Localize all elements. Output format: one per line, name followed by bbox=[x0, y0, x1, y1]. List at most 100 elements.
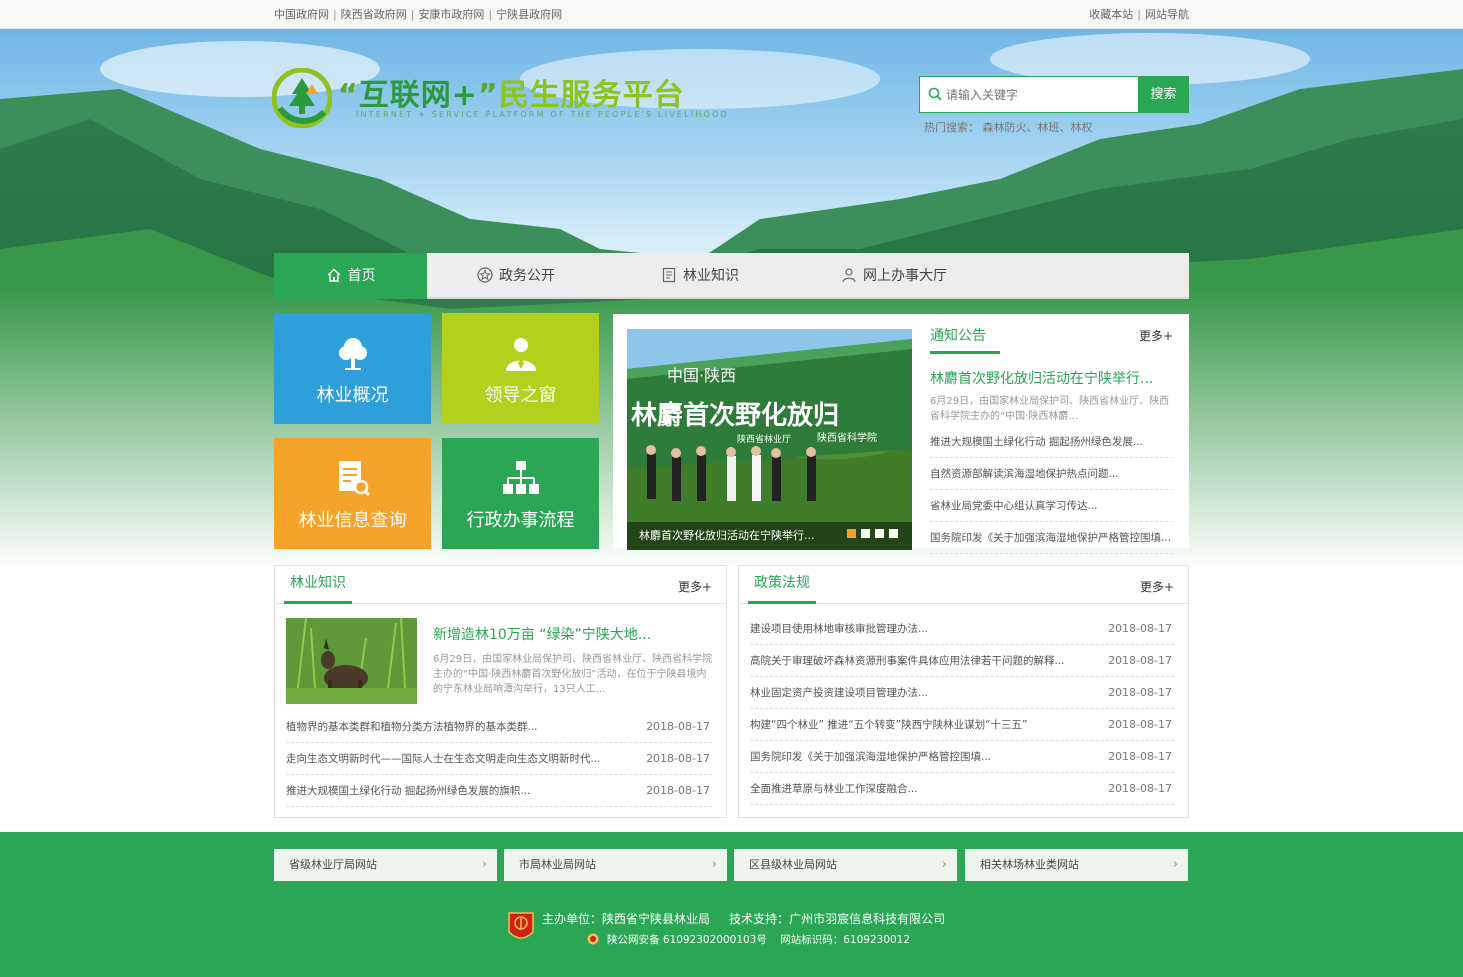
knowledge-more-link[interactable]: 更多+ bbox=[678, 578, 712, 595]
nav-government-affairs[interactable]: 政务公开 bbox=[477, 253, 555, 299]
top-bar: 中国政府网 | 陕西省政府网 | 安康市政府网 | 宁陕县政府网 收藏本站 | 网站导航 bbox=[0, 0, 1463, 29]
search-button[interactable]: 搜索 bbox=[1138, 76, 1189, 113]
list-item[interactable]: 植物界的基本类群和植物分类方法植物界的基本类群... 2018-08-17 bbox=[286, 711, 712, 743]
svg-text:林麝首次野化放归: 林麝首次野化放归 bbox=[631, 400, 839, 431]
footer-record-line: 陕公网安备 61092302000103号 网站标识码：6109230012 bbox=[607, 932, 910, 947]
list-item[interactable]: 推进大规模国土绿化行动 掘起扬州绿色发展的旗帜... 2018-08-17 bbox=[286, 775, 712, 807]
hot-terms[interactable]: 森林防火、林班、林权 bbox=[983, 121, 1093, 134]
list-item[interactable]: 林业固定资产投资建设项目管理办法... 2018-08-17 bbox=[750, 677, 1174, 709]
slider-dot[interactable] bbox=[861, 529, 870, 538]
link-ankang-gov[interactable]: 安康市政府网 bbox=[418, 8, 484, 21]
police-badge-icon bbox=[587, 933, 599, 945]
knowledge-list: 植物界的基本类群和植物分类方法植物界的基本类群... 2018-08-17 走向生… bbox=[286, 711, 712, 807]
knowledge-panel: 林业知识 更多+ 新增造林10万亩 “绿染”宁陕大地... 6月29日，由国家林… bbox=[274, 565, 727, 818]
search-icon bbox=[928, 87, 942, 101]
slider-dot[interactable] bbox=[847, 529, 856, 538]
notice-header: 通知公告 更多+ bbox=[930, 322, 1173, 354]
user-icon bbox=[842, 268, 856, 283]
list-item[interactable]: 省林业局党委中心组认真学习传达... bbox=[930, 490, 1173, 522]
notice-list: 推进大规模国土绿化行动 掘起扬州绿色发展... 自然资源部解读滨海湿地保护热点问… bbox=[930, 426, 1173, 554]
knowledge-panel-title: 林业知识 bbox=[284, 566, 352, 604]
home-icon bbox=[327, 268, 340, 282]
logo-title: “互联网+”民生服务平台 bbox=[338, 78, 685, 113]
slider-image: 中国·陕西 林麝首次野化放归 陕西省林业厅 陕西省科学院 bbox=[627, 329, 912, 550]
search-input[interactable] bbox=[946, 85, 1132, 105]
gov-links: 中国政府网 | 陕西省政府网 | 安康市政府网 | 宁陕县政府网 bbox=[274, 8, 563, 21]
host-unit: 主办单位：陕西省宁陕县林业局 bbox=[542, 912, 711, 926]
feature-title[interactable]: 新增造林10万亩 “绿染”宁陕大地... bbox=[433, 624, 651, 644]
tile-forestry-info-query[interactable]: 林业信息查询 bbox=[274, 438, 431, 549]
knowledge-feature[interactable]: 新增造林10万亩 “绿染”宁陕大地... 6月29日，由国家林业局保护司、陕西省… bbox=[286, 618, 716, 704]
slider-dots bbox=[842, 527, 898, 541]
hot-label: 热门搜索： bbox=[924, 121, 979, 134]
footer-host-line: 主办单位：陕西省宁陕县林业局 技术支持：广州市羽宸信息科技有限公司 bbox=[542, 910, 945, 927]
slider-dot[interactable] bbox=[889, 529, 898, 538]
tile-forestry-overview[interactable]: 林业概况 bbox=[274, 313, 431, 424]
list-item[interactable]: 自然资源部解读滨海湿地保护热点问题... bbox=[930, 458, 1173, 490]
policy-more-link[interactable]: 更多+ bbox=[1140, 578, 1174, 595]
list-item[interactable]: 国务院印发《关于加强滨海湿地保护严格管控围填... bbox=[930, 522, 1173, 554]
list-item[interactable]: 推进大规模国土绿化行动 掘起扬州绿色发展... bbox=[930, 426, 1173, 458]
chevron-right-icon: › bbox=[711, 857, 717, 872]
nav-home[interactable]: 首页 bbox=[274, 253, 427, 299]
notice-section: 通知公告 更多+ 林麝首次野化放归活动在宁陕举行... 6月29日，由国家林业局… bbox=[930, 322, 1173, 554]
list-item[interactable]: 国务院印发《关于加强滨海湿地保护严格管控围填... 2018-08-17 bbox=[750, 741, 1174, 773]
link-shaanxi-gov[interactable]: 陕西省政府网 bbox=[341, 8, 407, 21]
bookmark-link[interactable]: 收藏本站 bbox=[1089, 8, 1133, 21]
chevron-right-icon: › bbox=[1172, 857, 1178, 872]
link-ningshan-gov[interactable]: 宁陕县政府网 bbox=[496, 8, 562, 21]
chevron-right-icon: › bbox=[941, 857, 947, 872]
party-emblem-icon[interactable] bbox=[507, 910, 535, 944]
leader-icon bbox=[505, 338, 536, 371]
svg-text:陕西省林业厅: 陕西省林业厅 bbox=[737, 433, 791, 445]
flowchart-icon bbox=[502, 461, 539, 494]
news-block: 中国·陕西 林麝首次野化放归 陕西省林业厅 陕西省科学院 林麝首次野化放归活动在… bbox=[613, 314, 1189, 554]
search-field bbox=[919, 76, 1138, 113]
utility-links: 收藏本站 | 网站导航 bbox=[1089, 8, 1189, 21]
star-icon bbox=[477, 267, 493, 283]
site-nav-link[interactable]: 网站导航 bbox=[1145, 8, 1189, 21]
policy-panel-title: 政策法规 bbox=[748, 566, 816, 604]
slider-dot[interactable] bbox=[875, 529, 884, 538]
tree-logo-icon bbox=[272, 68, 332, 128]
nav-online-service-hall[interactable]: 网上办事大厅 bbox=[841, 253, 947, 299]
search-document-icon bbox=[338, 461, 370, 497]
policy-panel: 政策法规 更多+ 建设项目使用林地审核审批管理办法... 2018-08-17 高… bbox=[738, 565, 1189, 818]
policy-panel-header: 政策法规 更多+ bbox=[739, 566, 1188, 604]
related-forestry-sites-link[interactable]: 相关林场林业类网站 › bbox=[965, 849, 1188, 881]
svg-text:中国·陕西: 中国·陕西 bbox=[667, 366, 736, 385]
knowledge-panel-header: 林业知识 更多+ bbox=[275, 566, 726, 604]
main-nav: 首页 政务公开 林业知识 网上办事大厅 bbox=[274, 253, 1189, 299]
list-item[interactable]: 走向生态文明新时代——国际人士在生态文明走向生态文明新时代... 2018-08-… bbox=[286, 743, 712, 775]
notice-title: 通知公告 bbox=[930, 328, 986, 344]
policy-list: 建设项目使用林地审核审批管理办法... 2018-08-17 高院关于审理破坏森林… bbox=[750, 613, 1174, 805]
police-record[interactable]: 陕公网安备 61092302000103号 bbox=[607, 934, 767, 946]
list-item[interactable]: 建设项目使用林地审核审批管理办法... 2018-08-17 bbox=[750, 613, 1174, 645]
tech-support: 技术支持：广州市羽宸信息科技有限公司 bbox=[729, 912, 946, 926]
provincial-forestry-sites-link[interactable]: 省级林业厅局网站 › bbox=[274, 849, 497, 881]
site-logo[interactable]: “互联网+”民生服务平台 INTERNET + SERVICE PLATFORM… bbox=[272, 68, 727, 128]
search-box: 搜索 bbox=[919, 76, 1189, 113]
link-china-gov[interactable]: 中国政府网 bbox=[274, 8, 329, 21]
image-slider[interactable]: 中国·陕西 林麝首次野化放归 陕西省林业厅 陕西省科学院 林麝首次野化放归活动在… bbox=[627, 329, 912, 550]
tree-icon bbox=[338, 338, 367, 370]
hot-searches: 热门搜索： 森林防火、林班、林权 bbox=[924, 119, 1093, 135]
feature-thumbnail bbox=[286, 618, 417, 704]
nav-forestry-knowledge[interactable]: 林业知识 bbox=[661, 253, 739, 299]
feature-summary: 6月29日，由国家林业局保护司、陕西省林业厅、陕西省科学院主办的“中国·陕西林麝… bbox=[433, 654, 713, 695]
tile-admin-process[interactable]: 行政办事流程 bbox=[442, 438, 599, 549]
footer-info: 主办单位：陕西省宁陕县林业局 技术支持：广州市羽宸信息科技有限公司 陕公网安备 … bbox=[507, 908, 987, 948]
county-forestry-sites-link[interactable]: 区县级林业局网站 › bbox=[734, 849, 957, 881]
document-icon bbox=[662, 267, 676, 283]
chevron-right-icon: › bbox=[481, 857, 487, 872]
tile-leadership-window[interactable]: 领导之窗 bbox=[442, 313, 599, 424]
notice-headline[interactable]: 林麝首次野化放归活动在宁陕举行... bbox=[930, 368, 1173, 388]
logo-subtitle: INTERNET + SERVICE PLATFORM OF THE PEOPL… bbox=[356, 110, 729, 119]
list-item[interactable]: 全面推进草原与林业工作深度融合... 2018-08-17 bbox=[750, 773, 1174, 805]
notice-more-link[interactable]: 更多+ bbox=[1139, 322, 1173, 350]
svg-text:陕西省科学院: 陕西省科学院 bbox=[817, 431, 877, 444]
list-item[interactable]: 构建“四个林业” 推进“五个转变”陕西宁陕林业谋划“十三五” 2018-08-17 bbox=[750, 709, 1174, 741]
city-forestry-sites-link[interactable]: 市局林业局网站 › bbox=[504, 849, 727, 881]
site-id: 网站标识码：6109230012 bbox=[780, 934, 911, 946]
list-item[interactable]: 高院关于审理破坏森林资源刑事案件具体应用法律若干问题的解释... 2018-08-… bbox=[750, 645, 1174, 677]
